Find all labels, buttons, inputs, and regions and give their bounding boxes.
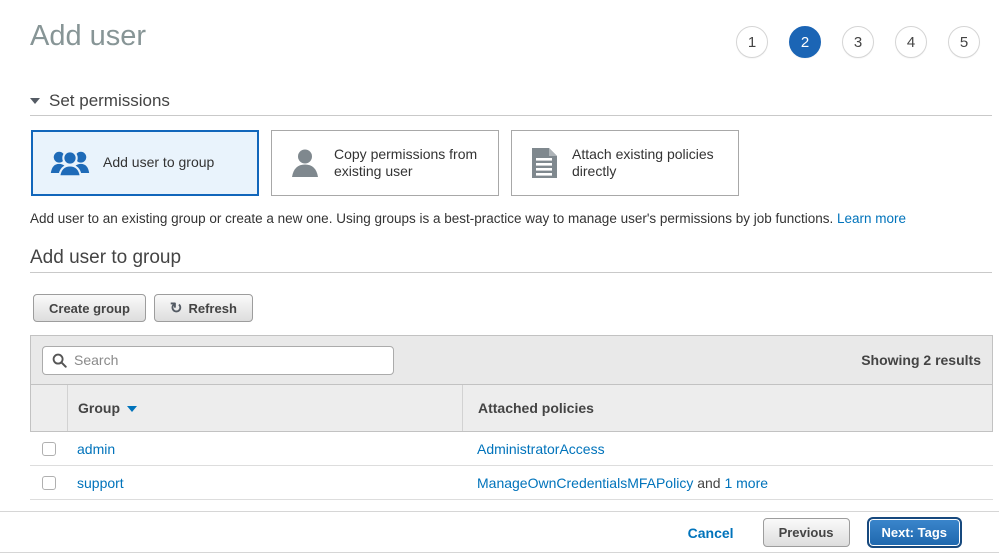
set-permissions-section-header[interactable]: Set permissions [30,91,170,111]
add-user-to-group-heading: Add user to group [30,247,181,269]
search-icon [52,353,67,368]
wizard-footer: Cancel Previous Next: Tags [688,517,962,548]
row-checkbox-cell [30,432,67,465]
step-5: 5 [948,26,980,58]
step-2-active: 2 [789,26,821,58]
group-link[interactable]: admin [77,441,115,457]
column-header-attached-policies: Attached policies [463,385,992,431]
table-toolbar: Showing 2 results [30,335,993,385]
column-header-group[interactable]: Group [68,385,463,431]
group-cell: admin [67,432,462,465]
policy-link[interactable]: ManageOwnCredentialsMFAPolicy [477,475,693,491]
section-divider [30,115,992,116]
card-label: Attach existing policies directly [572,146,722,181]
card-label: Copy permissions from existing user [334,146,484,181]
card-copy-permissions[interactable]: Copy permissions from existing user [271,130,499,196]
row-checkbox[interactable] [42,476,56,490]
create-group-label: Create group [49,301,130,316]
table-row-support: support ManageOwnCredentialsMFAPolicy an… [30,466,993,500]
search-input[interactable] [74,352,384,368]
collapse-caret-icon [30,98,40,104]
search-box[interactable] [42,346,394,375]
previous-label: Previous [779,525,834,540]
row-checkbox[interactable] [42,442,56,456]
cancel-link[interactable]: Cancel [688,525,734,541]
joiner-text: and [693,475,724,491]
card-label: Add user to group [103,154,253,172]
learn-more-link[interactable]: Learn more [837,211,906,226]
refresh-button[interactable]: ↻ Refresh [154,294,253,322]
next-label: Next: Tags [882,525,948,540]
create-group-button[interactable]: Create group [33,294,146,322]
sort-desc-icon [127,406,137,412]
permissions-description: Add user to an existing group or create … [30,211,989,226]
description-text: Add user to an existing group or create … [30,211,833,226]
card-attach-policies[interactable]: Attach existing policies directly [511,130,739,196]
wizard-step-indicator: 1 2 3 4 5 [736,26,980,58]
policies-cell: AdministratorAccess [462,432,993,465]
user-icon [289,147,321,179]
table-header-row: Group Attached policies [30,385,993,432]
page-bottom-divider [0,552,999,553]
section-divider [30,272,992,273]
step-4: 4 [895,26,927,58]
refresh-label: Refresh [188,301,236,316]
results-count: Showing 2 results [861,352,981,368]
card-add-user-to-group[interactable]: Add user to group [31,130,259,196]
more-policies-link[interactable]: 1 more [724,475,768,491]
user-group-icon [50,148,90,178]
group-cell: support [67,466,462,499]
page-title: Add user [30,20,146,53]
group-column-label: Group [78,400,120,416]
refresh-icon: ↻ [170,301,183,316]
previous-button[interactable]: Previous [763,518,850,547]
policy-link[interactable]: AdministratorAccess [477,441,605,457]
row-checkbox-cell [30,466,67,499]
permission-option-cards: Add user to group Copy permissions from … [31,130,739,196]
step-3: 3 [842,26,874,58]
group-actions: Create group ↻ Refresh [33,294,253,322]
groups-table: Showing 2 results Group Attached policie… [30,335,993,500]
table-row-admin: admin AdministratorAccess [30,432,993,466]
group-link[interactable]: support [77,475,124,491]
step-1: 1 [736,26,768,58]
set-permissions-heading: Set permissions [49,91,170,111]
footer-divider [0,511,999,512]
document-icon [529,147,559,179]
header-checkbox-cell [31,385,68,431]
policies-cell: ManageOwnCredentialsMFAPolicy and 1 more [462,466,993,499]
next-tags-button[interactable]: Next: Tags [867,517,963,548]
policies-column-label: Attached policies [478,400,594,416]
